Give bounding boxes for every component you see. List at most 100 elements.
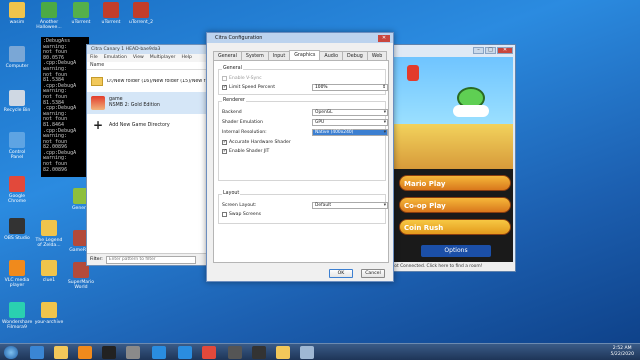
vsync-checkbox-row[interactable]: Enable V-Sync <box>222 76 262 81</box>
general-group-label: General <box>222 66 243 71</box>
cancel-button[interactable]: Cancel <box>361 269 385 278</box>
desktop-icon[interactable]: uTorrent <box>96 2 126 25</box>
clock-date: 5/22/2020 <box>610 352 634 357</box>
tab-graphics[interactable]: Graphics <box>289 50 321 60</box>
tab-system[interactable]: System <box>240 51 269 60</box>
swap-screens-checkbox[interactable] <box>222 212 227 217</box>
taskbar-media-icon[interactable] <box>78 346 92 359</box>
close-button[interactable]: ✕ <box>378 35 390 42</box>
tab-input[interactable]: Input <box>267 51 291 60</box>
plus-icon: + <box>92 118 104 132</box>
taskbar-tool-icon[interactable] <box>228 346 242 359</box>
mario-sprite <box>407 65 419 81</box>
general-group <box>218 69 386 95</box>
swap-screens-row[interactable]: Swap Screens <box>222 212 261 217</box>
desktop-icon[interactable]: Recycle Bin <box>2 90 32 113</box>
desktop-icon-label: wasim <box>9 20 25 25</box>
limit-speed-spinbox[interactable]: 100% <box>312 84 388 91</box>
tab-audio[interactable]: Audio <box>319 51 344 60</box>
internal-res-select[interactable]: Native (400x240) <box>312 129 388 136</box>
folder-icon <box>91 76 103 86</box>
desktop-icon[interactable]: clue1 <box>34 260 64 283</box>
options-button[interactable]: Options <box>421 245 491 257</box>
desktop-icon-label: The Legend of Zelda... <box>35 238 63 248</box>
desktop-icon[interactable]: your-archive <box>34 302 64 325</box>
menu-item-view[interactable]: View <box>133 54 144 62</box>
maximize-button[interactable]: □ <box>485 47 496 54</box>
menu-item-multiplayer[interactable]: Multiplayer <box>150 54 176 62</box>
menu-item-emulation[interactable]: Emulation <box>104 54 127 62</box>
desktop-icon-image <box>9 46 25 62</box>
shader-emulation-select[interactable]: GPU <box>312 119 388 126</box>
desktop-icon-image <box>41 220 57 236</box>
taskbar-ie-icon[interactable] <box>30 346 44 359</box>
desktop-icon[interactable]: Wondershare Filmora9 <box>2 302 32 330</box>
game-row[interactable]: game NSMB 2: Gold Edition <box>87 92 207 114</box>
backend-select[interactable]: OpenGL <box>312 109 388 116</box>
menu-item-file[interactable]: File <box>90 54 98 62</box>
tab-web[interactable]: Web <box>366 51 388 60</box>
shader-jit-row[interactable]: ✓ Enable Shader JIT <box>222 149 269 154</box>
taskbar-chrome-icon[interactable] <box>202 346 216 359</box>
screen-layout-select[interactable]: Default <box>312 202 388 209</box>
desktop-icon[interactable]: SuperMario World <box>66 262 96 290</box>
accurate-hw-shader-row[interactable]: ✓ Accurate Hardware Shader <box>222 140 291 145</box>
taskbar-film-icon[interactable] <box>252 346 266 359</box>
top-screen[interactable] <box>391 57 513 169</box>
taskbar-explorer-icon[interactable] <box>54 346 68 359</box>
menu-bar: File Emulation View Multiplayer Help <box>87 54 207 62</box>
desktop-icon[interactable]: Another Hallowee... <box>34 2 64 30</box>
console-window[interactable]: :DebugAss warning: not foun 80.0576 .cpp:Deb… <box>41 37 89 177</box>
desktop-icon-image <box>9 132 25 148</box>
desktop-icon[interactable]: Control Panel <box>2 132 32 160</box>
taskbar-window-icon[interactable] <box>300 346 314 359</box>
limit-speed-row[interactable]: ✓ Limit Speed Percent <box>222 85 275 90</box>
desktop-icon-image <box>41 302 57 318</box>
desktop-icon-image <box>73 2 89 18</box>
close-button[interactable]: ✕ <box>497 47 513 54</box>
desktop-icon-label: uTorrent <box>101 20 121 25</box>
filter-label: Filter: <box>90 257 103 262</box>
taskbar-obs-icon[interactable] <box>102 346 116 359</box>
desktop-icon-label: OBS Studio <box>4 236 30 241</box>
tab-general[interactable]: General <box>213 51 242 60</box>
desktop-icon[interactable]: wasim <box>2 2 32 25</box>
menu-item-help[interactable]: Help <box>181 54 191 62</box>
start-button[interactable] <box>4 346 18 359</box>
desktop-icon-label: Another Hallowee... <box>36 20 62 30</box>
tab-debug[interactable]: Debug <box>342 51 368 60</box>
coop-play-button[interactable]: Co-op Play <box>399 197 511 213</box>
taskbar-citra-icon-2[interactable] <box>178 346 192 359</box>
screen-layout-label: Screen Layout: <box>222 203 257 208</box>
column-header-name[interactable]: Name <box>87 62 207 70</box>
vsync-checkbox[interactable] <box>222 76 227 81</box>
taskbar-folder-icon[interactable] <box>276 346 290 359</box>
shader-jit-checkbox[interactable]: ✓ <box>222 149 227 154</box>
desktop-icon[interactable]: The Legend of Zelda... <box>34 220 64 248</box>
desktop-icon-image <box>9 218 25 234</box>
taskbar-citra-icon[interactable] <box>152 346 166 359</box>
game-subtitle: NSMB 2: Gold Edition <box>109 103 160 108</box>
desktop-icon[interactable]: Google Chrome <box>2 176 32 204</box>
minimize-button[interactable]: – <box>473 47 484 54</box>
filter-input[interactable] <box>105 255 196 264</box>
system-clock[interactable]: 2:52 AM 5/22/2020 <box>610 346 634 358</box>
taskbar-app-icon[interactable] <box>126 346 140 359</box>
desktop-icon[interactable]: VLC media player <box>2 260 32 288</box>
desktop-icon[interactable]: Computer <box>2 46 32 69</box>
ok-button[interactable]: OK <box>329 269 353 278</box>
game-dir-row[interactable]: D:/New folder (16)/New folder (15)/New f <box>87 70 207 92</box>
console-line: 82.00896 <box>43 166 68 173</box>
limit-speed-checkbox[interactable]: ✓ <box>222 85 227 90</box>
bottom-screen[interactable]: Mario Play Co-op Play Coin Rush Options <box>391 169 513 263</box>
desktop-icon[interactable]: uTorrent_2 <box>126 2 156 25</box>
accurate-hw-shader-checkbox[interactable]: ✓ <box>222 140 227 145</box>
mario-play-button[interactable]: Mario Play <box>399 175 511 191</box>
desktop-icon[interactable]: OBS Studio <box>2 218 32 241</box>
coin-rush-button[interactable]: Coin Rush <box>399 219 511 235</box>
desktop-icon[interactable]: uTorrent <box>66 2 96 25</box>
cloud-sprite <box>453 105 489 117</box>
status-bar[interactable]: Not Connected. Click here to find a room… <box>387 262 515 271</box>
tab-bar: General System Input Graphics Audio Debug Web <box>213 50 388 60</box>
add-game-dir-row[interactable]: + Add New Game Directory <box>87 114 207 136</box>
